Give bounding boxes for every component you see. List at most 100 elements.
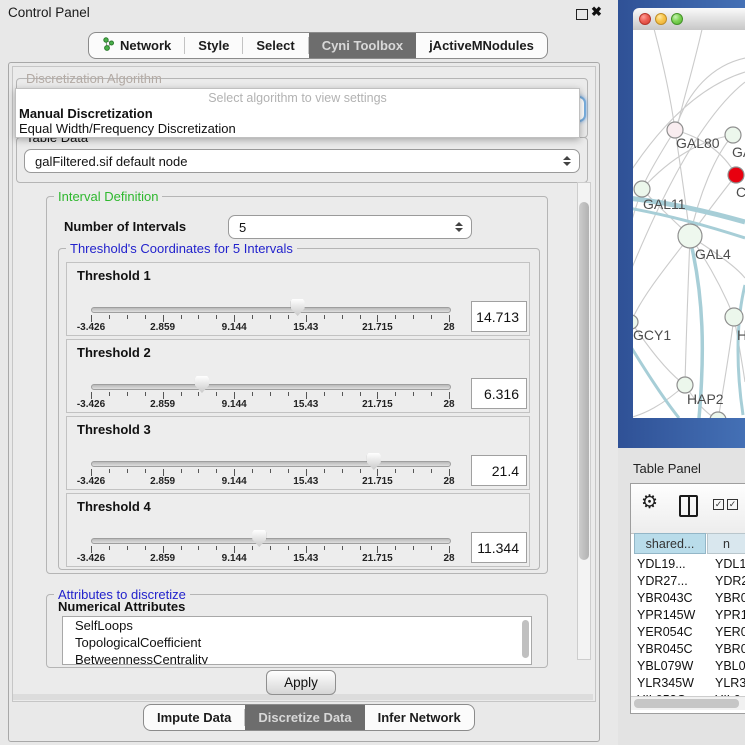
node-table-panel: ⚙ ✓ ✓ shared... n YDL19...YDL1YDR27...YD…	[630, 483, 745, 714]
tab-label: Network	[120, 38, 171, 53]
attributes-group-label: Attributes to discretize	[54, 587, 190, 602]
form-scrollbar-thumb[interactable]	[579, 202, 589, 560]
checkbox-icon[interactable]: ✓	[713, 499, 724, 510]
cell-name: YDR2	[715, 573, 745, 590]
table-row[interactable]: YBL079WYBL0	[631, 658, 745, 675]
number-of-intervals-label: Number of Intervals	[64, 219, 186, 234]
table-columns-icon[interactable]	[679, 495, 698, 517]
window-zoom-icon[interactable]	[671, 13, 683, 25]
table-row[interactable]: YDL19...YDL1	[631, 556, 745, 573]
table-hscrollbar-track[interactable]	[631, 696, 745, 710]
tick-label: 28	[443, 476, 454, 487]
cell-shared-name: YBR043C	[637, 590, 693, 607]
network-node-ga[interactable]	[725, 127, 741, 143]
tick-label: 21.715	[362, 476, 393, 487]
threshold-slider-track[interactable]	[91, 461, 451, 467]
network-node-label: GCY1	[633, 327, 671, 343]
attribute-list-item[interactable]: SelfLoops	[63, 617, 531, 634]
table-row[interactable]: YPR145W YPR1	[631, 607, 745, 624]
threshold-value-field[interactable]: 21.4	[471, 455, 527, 486]
threshold-slider-track[interactable]	[91, 384, 451, 390]
combobox-arrows-icon	[563, 156, 571, 166]
threshold-slider-thumb[interactable]	[195, 376, 209, 393]
table-toolbar: ⚙ ✓ ✓	[631, 484, 745, 534]
network-node-h[interactable]	[725, 308, 743, 326]
table-row[interactable]: YBR045CYBR0	[631, 641, 745, 658]
column-header-name[interactable]: n	[707, 533, 745, 554]
threshold-slider-track[interactable]	[91, 307, 451, 313]
float-panel-icon[interactable]	[576, 9, 588, 20]
interval-definition-group-label: Interval Definition	[54, 189, 162, 204]
network-node[interactable]	[710, 412, 726, 418]
network-node-label: GAL4	[695, 246, 731, 262]
algorithm-option-equal-width-frequency[interactable]: Equal Width/Frequency Discretization	[19, 121, 576, 136]
threshold-value-field[interactable]: 14.713	[471, 301, 527, 332]
network-node-c[interactable]	[728, 167, 744, 183]
window-minimize-icon[interactable]	[655, 13, 667, 25]
number-of-intervals-value: 5	[239, 220, 246, 235]
threshold-slider-thumb[interactable]	[367, 453, 381, 470]
threshold-value-field[interactable]: 11.344	[471, 532, 527, 563]
table-hscrollbar-thumb[interactable]	[634, 699, 739, 708]
threshold-value-field[interactable]: 6.316	[471, 378, 527, 409]
network-node-gal11[interactable]	[634, 181, 650, 197]
tab-style[interactable]: Style	[185, 33, 242, 58]
tab-label: Infer Network	[378, 710, 461, 725]
tick-label: -3.426	[77, 476, 105, 487]
cell-name: YPR1	[715, 607, 745, 624]
threshold-slider-thumb[interactable]	[252, 530, 266, 547]
attributes-list-scrollbar[interactable]	[522, 620, 529, 658]
table-rows[interactable]: YDL19...YDL1YDR27...YDR2YBR043CYBR0YPR14…	[631, 556, 745, 696]
cell-shared-name: YBR045C	[637, 641, 693, 658]
network-graph: GAL80GACGAL11GAL4GCY1HHAP2	[633, 30, 745, 418]
table-row[interactable]: YDR27...YDR2	[631, 573, 745, 590]
network-node-label: GA	[732, 144, 745, 160]
mode-tab-impute-data[interactable]: Impute Data	[144, 705, 244, 730]
cell-name: YBL0	[715, 658, 745, 675]
thresholds-coordinates-group-label: Threshold's Coordinates for 5 Intervals	[66, 241, 297, 256]
tab-select[interactable]: Select	[243, 33, 307, 58]
network-view-canvas[interactable]: GAL80GACGAL11GAL4GCY1HHAP2	[633, 30, 745, 418]
algorithm-popup-hint: Select algorithm to view settings	[16, 91, 579, 105]
tick-label: 9.144	[222, 553, 247, 564]
tab-label: Discretize Data	[258, 710, 351, 725]
close-panel-icon[interactable]: ✖	[591, 4, 602, 20]
threshold-slider-track[interactable]	[91, 538, 451, 544]
threshold-label: Threshold 3	[77, 422, 151, 437]
table-settings-gear-icon[interactable]: ⚙	[641, 491, 658, 514]
table-select-columns-icons[interactable]: ✓ ✓	[713, 499, 738, 510]
checkbox-icon[interactable]: ✓	[727, 499, 738, 510]
cell-shared-name: YPR145W	[637, 607, 695, 624]
tick-label: 2.859	[150, 399, 175, 410]
cell-shared-name: YER054C	[637, 624, 693, 641]
attribute-list-item[interactable]: BetweennessCentrality	[63, 651, 531, 665]
network-window-titlebar[interactable]	[633, 8, 745, 31]
tab-jactivemnodules[interactable]: jActiveMNodules	[416, 33, 547, 58]
table-header-row: shared... n	[631, 533, 745, 556]
algorithm-option-manual-discretization[interactable]: Manual Discretization	[19, 106, 576, 121]
table-row[interactable]: YER054CYER0	[631, 624, 745, 641]
slider-tick-labels: -3.4262.8599.14415.4321.71528	[91, 399, 449, 411]
threshold-slider-thumb[interactable]	[291, 299, 305, 316]
tab-cyni-toolbox[interactable]: Cyni Toolbox	[309, 33, 416, 58]
apply-button[interactable]: Apply	[266, 670, 336, 695]
table-row[interactable]: YLR345WYLR3	[631, 675, 745, 692]
attribute-list-item[interactable]: TopologicalCoefficient	[63, 634, 531, 651]
tick-label: 15.43	[293, 553, 318, 564]
mode-tab-discretize-data[interactable]: Discretize Data	[245, 705, 364, 730]
tick-label: 28	[443, 553, 454, 564]
tick-label: -3.426	[77, 553, 105, 564]
tab-network[interactable]: Network	[89, 33, 184, 58]
number-of-intervals-combobox[interactable]: 5	[228, 215, 472, 239]
combobox-arrows-icon	[455, 222, 463, 232]
cell-name: YLR3	[715, 675, 745, 692]
window-close-icon[interactable]	[639, 13, 651, 25]
column-header-shared-name[interactable]: shared...	[634, 533, 706, 554]
network-node-gal4[interactable]	[678, 224, 702, 248]
table-data-combobox[interactable]: galFiltered.sif default node	[24, 149, 580, 173]
mode-tab-infer-network[interactable]: Infer Network	[365, 705, 474, 730]
threshold-box-1: Threshold 1-3.4262.8599.14415.4321.71528…	[66, 262, 530, 336]
table-panel-area: Table Panel ⚙ ✓ ✓ shared... n YDL19...YD…	[618, 448, 745, 745]
numerical-attributes-list[interactable]: SelfLoopsTopologicalCoefficientBetweenne…	[62, 616, 532, 665]
table-row[interactable]: YBR043CYBR0	[631, 590, 745, 607]
